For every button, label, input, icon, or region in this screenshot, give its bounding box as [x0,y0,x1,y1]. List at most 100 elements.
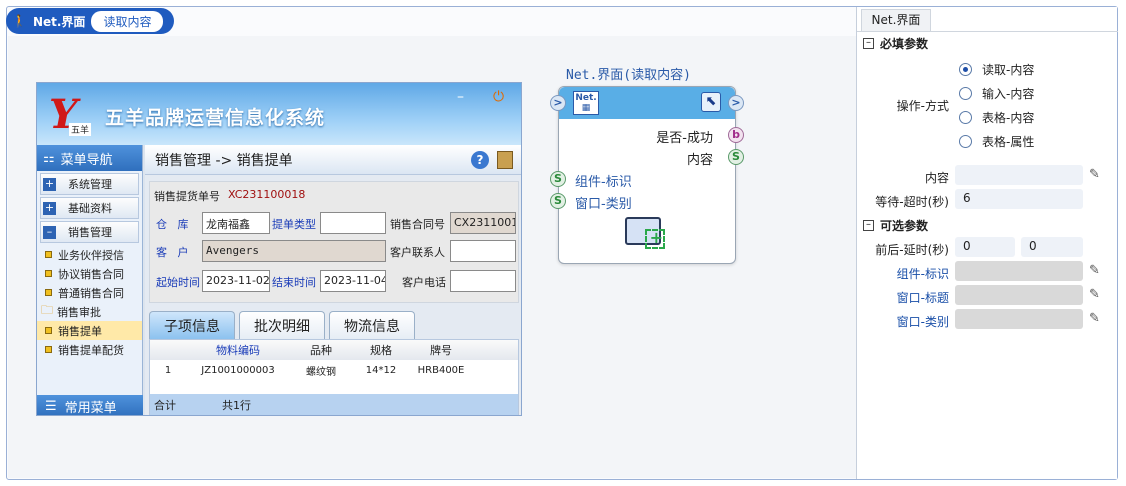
nav-group-label: 销售管理 [68,226,112,239]
customer-label: 客 户 [156,246,189,259]
component-label[interactable]: 组件-标识 [867,265,949,282]
content-label: 内容 [924,171,949,185]
nav-item-label: 销售提单配货 [58,343,124,357]
delay-before-input[interactable]: 0 [955,237,1015,257]
node-tab-name: Net.界面 [32,14,86,29]
grid-cell: 14*12 [365,364,397,376]
grid-footer-label: 合计 [154,399,176,412]
radio-icon[interactable] [959,87,972,100]
timeout-input[interactable]: 6 [955,189,1083,209]
nav-item: 协议销售合同 [37,264,142,283]
item-icon [45,289,52,296]
grid-cell: 1 [164,364,172,376]
type-label: 提单类型 [272,218,316,231]
op-option-label: 读取-内容 [982,63,1035,77]
tab-batches: 批次明细 [239,311,325,339]
plus-icon: + [43,200,56,215]
nav-group: – 销售管理 [40,221,139,243]
output-port-content[interactable]: S [728,149,744,165]
content-input[interactable] [955,165,1083,185]
optional-section[interactable]: – 可选参数 [863,217,928,234]
grid-header: 物料编码 品种 规格 牌号 [150,340,518,360]
radio-icon[interactable] [959,111,972,124]
app-title: 五羊品牌运营信息化系统 [105,107,326,129]
customer-field: Avengers [202,240,386,262]
nav-group: + 系统管理 [40,173,139,195]
flow-out-port[interactable]: > [728,95,744,111]
required-section[interactable]: – 必填参数 [863,35,928,52]
captured-screenshot: Y 五羊 五羊品牌运营信息化系统 – ⏻ ⚏ 菜单导航 + 系统管理 + 基础资料 … [36,82,522,416]
type-field [320,212,386,234]
phone-label: 客户电话 [402,276,446,289]
nav-item-label: 销售提单 [58,324,102,338]
edit-icon[interactable]: ✎ [1089,263,1105,279]
grid-footer-count: 共1行 [222,399,251,412]
output-label-content: 内容 [686,153,713,168]
end-field: 2023-11-04 [320,270,386,292]
app-header: Y 五羊 五羊品牌运营信息化系统 – ⏻ [37,83,521,145]
component-input [955,261,1083,281]
edit-icon[interactable]: ✎ [1089,287,1105,303]
cursor-select-icon[interactable]: ⬉ [701,92,721,112]
end-label: 结束时间 [272,276,316,289]
collapse-icon[interactable]: – [863,220,874,231]
op-option-label: 输入-内容 [982,87,1035,101]
nav-item-label: 普通销售合同 [58,286,124,300]
phone-field [450,270,516,292]
delay-after-input[interactable]: 0 [1021,237,1083,257]
app-logo-sub: 五羊 [69,123,92,136]
node-tab[interactable]: 🚶 Net.界面 读取内容 [6,8,174,34]
flow-node[interactable]: Net. ▦ ⬉ > > 是否-成功 b 内容 S S 组件-标识 S 窗口-类别… [550,86,744,264]
op-option-input[interactable]: 输入-内容 [959,85,1034,102]
folder-icon: 🗀 [41,303,54,317]
nav-item: 业务伙伴授信 [37,245,142,264]
net-grid-icon: Net. ▦ [573,91,599,115]
node-header[interactable]: Net. ▦ ⬉ [559,87,735,119]
window-class-input [955,309,1083,329]
main-title: 销售管理 -> 销售提单 ? [145,145,521,175]
help-icon: ? [471,151,489,169]
item-icon [45,346,52,353]
bill-value: XC231100018 [228,188,306,201]
start-field: 2023-11-02 [202,270,270,292]
table-row: 1 JZ1001000003 螺纹钢 14*12 HRB400E [150,360,518,380]
input-label-component: 组件-标识 [575,175,632,190]
item-icon [45,251,52,258]
minimize-icon: – [457,89,464,105]
grid-header-cell: 品种 [310,344,332,357]
node-title: Net.界面(读取内容) [566,68,691,83]
power-icon: ⏻ [493,89,505,105]
collapse-icon[interactable]: – [863,38,874,49]
grid-header-cell: 规格 [370,344,392,357]
start-label: 起始时间 [156,276,200,289]
required-section-label: 必填参数 [880,37,929,51]
panel-tab[interactable]: Net.界面 [861,9,931,31]
flow-in-port[interactable]: > [550,95,566,111]
op-option-label: 表格-内容 [982,111,1035,125]
edit-icon[interactable]: ✎ [1089,311,1105,327]
output-port-success[interactable]: b [728,127,744,143]
op-label: 操作-方式 [896,99,949,113]
op-option-table-content[interactable]: 表格-内容 [959,109,1034,126]
radio-icon[interactable] [959,63,972,76]
node-tab-action[interactable]: 读取内容 [91,10,164,32]
radio-icon[interactable] [959,135,972,148]
input-port-component[interactable]: S [550,171,566,187]
timeout-label: 等待-超时(秒) [875,195,949,209]
input-label-window-class: 窗口-类别 [575,197,632,212]
op-option-read[interactable]: 读取-内容 [959,61,1034,78]
window-title-input [955,285,1083,305]
nav-group: + 基础资料 [40,197,139,219]
edit-icon[interactable]: ✎ [1089,167,1105,183]
window-class-label[interactable]: 窗口-类别 [867,313,949,330]
op-option-table-attr[interactable]: 表格-属性 [959,133,1034,150]
add-select-icon[interactable]: + [645,229,665,249]
grid-header-cell: 物料编码 [216,344,260,357]
input-port-window-class[interactable]: S [550,193,566,209]
optional-section-label: 可选参数 [880,219,929,233]
window-title-label[interactable]: 窗口-标题 [867,289,949,306]
walk-icon: 🚶 [12,14,27,28]
properties-panel: Net.界面 – 必填参数 操作-方式 读取-内容 输入-内容 表格-内容 表格… [856,7,1118,479]
grid-header-cell: 牌号 [430,344,452,357]
nav-group-label: 系统管理 [68,178,112,191]
